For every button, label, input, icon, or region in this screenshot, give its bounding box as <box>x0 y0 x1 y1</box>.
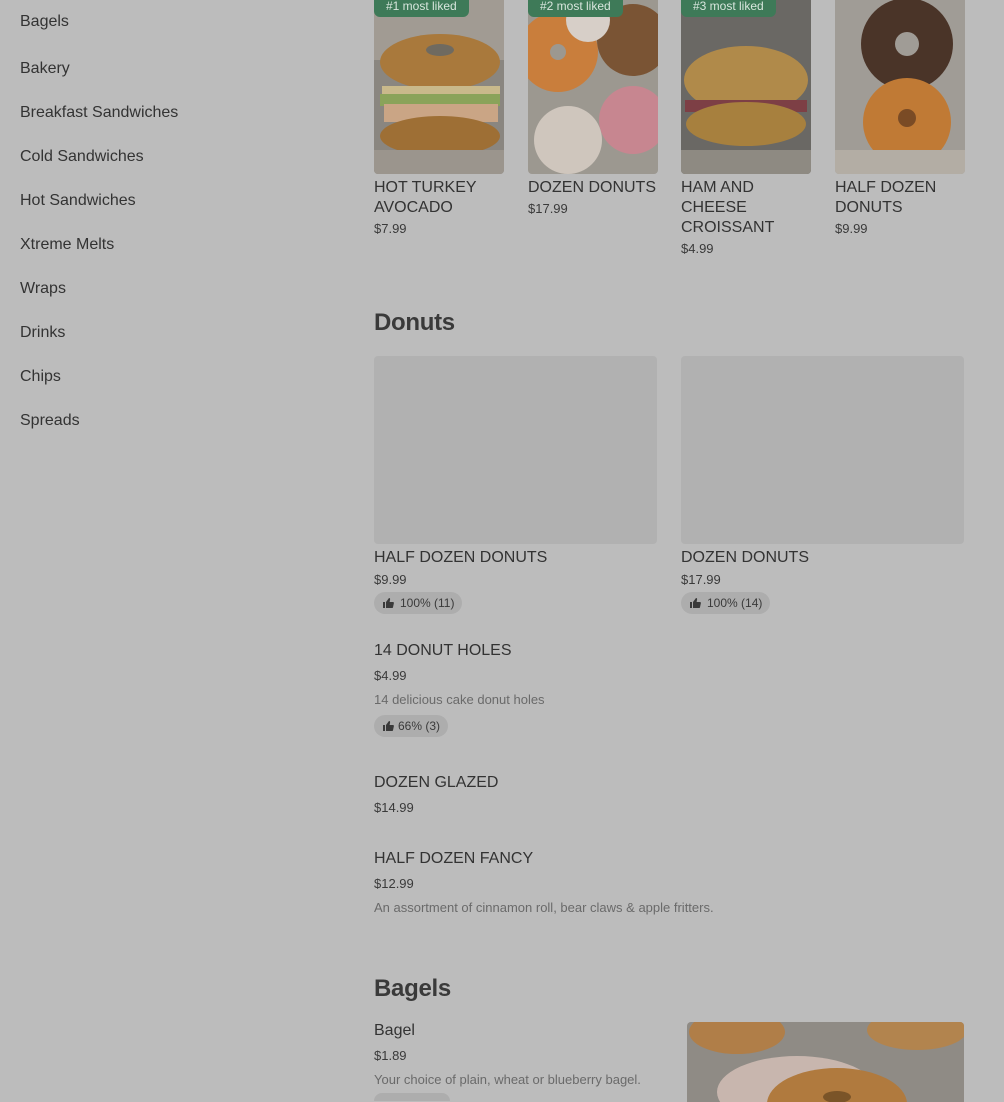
popular-item-card[interactable]: #2 most liked DOZEN DONUTS $17.99 <box>528 0 658 216</box>
item-price: $4.99 <box>374 668 407 683</box>
popular-item-name: HALF DOZEN DONUTS <box>835 179 937 216</box>
section-title-bagels: Bagels <box>374 975 451 1002</box>
item-description: 14 delicious cake donut holes <box>374 692 545 707</box>
thumbs-up-icon <box>383 721 394 731</box>
menu-content: #1 most liked HOT TURKEY AVOCADO $7.99 #… <box>374 0 965 1102</box>
croissant-image: #3 most liked <box>681 0 811 174</box>
popular-item-price: $17.99 <box>528 201 568 216</box>
most-liked-badge: #1 most liked <box>374 0 469 17</box>
item-price: $9.99 <box>374 572 407 587</box>
section-title-donuts: Donuts <box>374 309 455 336</box>
item-name: DOZEN GLAZED <box>374 774 499 791</box>
item-description: Your choice of plain, wheat or blueberry… <box>374 1072 641 1087</box>
sidebar-item-chips[interactable]: Chips <box>20 352 320 396</box>
category-sidebar: Bagels Bakery Breakfast Sandwiches Cold … <box>20 0 320 440</box>
popular-item-name: HAM AND CHEESE CROISSANT <box>681 179 775 236</box>
rating-text: 100% (11) <box>400 596 455 610</box>
popular-item-name: HOT TURKEY AVOCADO <box>374 179 477 216</box>
rating-text: 100% (14) <box>707 596 763 610</box>
item-price: $1.89 <box>374 1048 407 1063</box>
donuts-image: #2 most liked <box>528 0 658 174</box>
item-name: DOZEN DONUTS <box>681 549 809 566</box>
item-image-placeholder <box>681 356 964 544</box>
item-name: HALF DOZEN FANCY <box>374 850 534 867</box>
popular-item-card[interactable]: HALF DOZEN DONUTS $9.99 <box>835 0 965 236</box>
half-dozen-donuts-image <box>835 0 965 174</box>
menu-list-item[interactable]: 14 DONUT HOLES $4.99 14 delicious cake d… <box>374 642 964 737</box>
rating-badge[interactable]: 66% (3) <box>374 715 449 737</box>
sidebar-item-cold-sandwiches[interactable]: Cold Sandwiches <box>20 132 320 176</box>
item-image-placeholder <box>374 356 657 544</box>
sidebar-item-wraps[interactable]: Wraps <box>20 264 320 308</box>
sidebar-item-breakfast-sandwiches[interactable]: Breakfast Sandwiches <box>20 88 320 132</box>
menu-list-item[interactable]: Bagel $1.89 Your choice of plain, wheat … <box>374 1022 674 1101</box>
popular-item-price: $7.99 <box>374 221 407 236</box>
item-price: $14.99 <box>374 800 414 815</box>
popular-item-name: DOZEN DONUTS <box>528 179 656 196</box>
bagel-image <box>687 1022 964 1102</box>
menu-list-item[interactable]: HALF DOZEN FANCY $12.99 An assortment of… <box>374 850 964 915</box>
sidebar-item-spreads[interactable]: Spreads <box>20 396 320 440</box>
most-liked-badge: #2 most liked <box>528 0 623 17</box>
menu-item-card[interactable]: HALF DOZEN DONUTS $9.99 100% (11) <box>374 356 657 614</box>
sidebar-item-xtreme-melts[interactable]: Xtreme Melts <box>20 220 320 264</box>
menu-item-card[interactable]: DOZEN DONUTS $17.99 100% (14) <box>681 356 964 614</box>
menu-list-item[interactable]: DOZEN GLAZED $14.99 <box>374 774 964 815</box>
sidebar-item-hot-sandwiches[interactable]: Hot Sandwiches <box>20 176 320 220</box>
item-name: Bagel <box>374 1022 415 1039</box>
popular-item-card[interactable]: #1 most liked HOT TURKEY AVOCADO $7.99 <box>374 0 504 236</box>
popular-item-price: $4.99 <box>681 241 714 256</box>
sidebar-item-bakery[interactable]: Bakery <box>20 44 320 88</box>
sidebar-item-drinks[interactable]: Drinks <box>20 308 320 352</box>
item-name: HALF DOZEN DONUTS <box>374 549 548 566</box>
popular-item-price: $9.99 <box>835 221 868 236</box>
rating-badge[interactable] <box>374 1093 450 1101</box>
rating-badge[interactable]: 100% (14) <box>681 592 771 614</box>
most-liked-badge: #3 most liked <box>681 0 776 17</box>
item-price: $12.99 <box>374 876 414 891</box>
turkey-bagel-image: #1 most liked <box>374 0 504 174</box>
rating-badge[interactable]: 100% (11) <box>374 592 463 614</box>
thumbs-up-icon <box>383 598 394 608</box>
item-name: 14 DONUT HOLES <box>374 642 512 659</box>
popular-item-card[interactable]: #3 most liked HAM AND CHEESE CROISSANT $… <box>681 0 811 256</box>
rating-text: 66% (3) <box>398 719 441 733</box>
sidebar-item-bagels[interactable]: Bagels <box>20 0 320 44</box>
item-description: An assortment of cinnamon roll, bear cla… <box>374 900 714 915</box>
item-price: $17.99 <box>681 572 721 587</box>
most-liked-carousel: #1 most liked HOT TURKEY AVOCADO $7.99 #… <box>374 0 965 280</box>
thumbs-up-icon <box>690 598 701 608</box>
